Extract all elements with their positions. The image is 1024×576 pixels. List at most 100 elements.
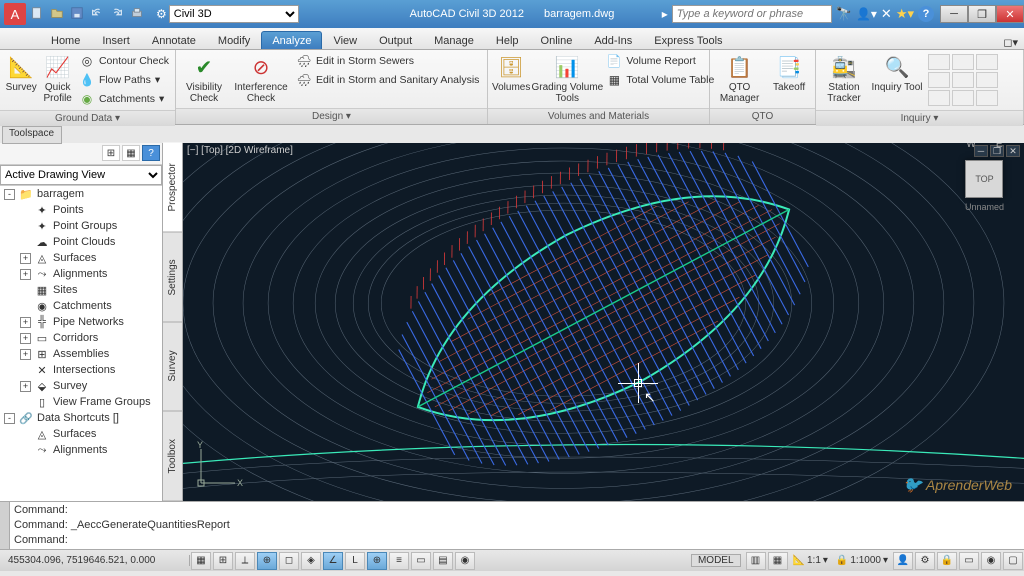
inquiry-icon-8[interactable] — [952, 90, 974, 106]
print-icon[interactable] — [130, 6, 146, 22]
contour-check-button[interactable]: ◎Contour Check — [77, 52, 171, 70]
tab-prospector[interactable]: Prospector — [163, 143, 182, 233]
tree-node-corridors[interactable]: +▭Corridors — [0, 330, 162, 346]
sc-toggle[interactable]: ◉ — [455, 552, 475, 570]
tab-insert[interactable]: Insert — [91, 31, 141, 49]
exchange-icon[interactable]: ✕ — [881, 6, 892, 22]
snap-toggle[interactable]: ▦ — [191, 552, 211, 570]
inquiry-icon-2[interactable] — [952, 54, 974, 70]
view-cube[interactable]: WE TOP Unnamed — [965, 163, 1004, 212]
app-icon[interactable]: A — [4, 3, 26, 25]
panel-title-ground[interactable]: Ground Data ▾ — [0, 110, 175, 126]
tab-view[interactable]: View — [322, 31, 368, 49]
survey-button[interactable]: 📐Survey — [4, 52, 38, 95]
inquiry-icon-1[interactable] — [928, 54, 950, 70]
tpy-toggle[interactable]: ▭ — [411, 552, 431, 570]
tree-node-catchments[interactable]: ◉Catchments — [0, 298, 162, 314]
tree-node-point-groups[interactable]: ✦Point Groups — [0, 218, 162, 234]
tree-node-points[interactable]: ✦Points — [0, 202, 162, 218]
dyn-toggle[interactable]: ⊕ — [367, 552, 387, 570]
clean-screen-icon[interactable]: ▢ — [1003, 552, 1023, 570]
toolbar-lock-icon[interactable]: 🔒 — [937, 552, 957, 570]
command-prompt[interactable]: Command: — [14, 533, 1020, 548]
tree-node-barragem[interactable]: -📁barragem — [0, 186, 162, 202]
ducs-toggle[interactable]: L — [345, 552, 365, 570]
tree-node-assemblies[interactable]: +⊞Assemblies — [0, 346, 162, 362]
toolspace-icon-1[interactable]: ⊞ — [102, 145, 120, 161]
takeoff-button[interactable]: 📑Takeoff — [767, 52, 811, 95]
minimize-button[interactable]: ─ — [940, 5, 968, 23]
visibility-check-button[interactable]: ✔Visibility Check — [180, 52, 228, 106]
tree-node-alignments[interactable]: ⤳Alignments — [0, 442, 162, 458]
workspace-selector[interactable]: ⚙ Civil 3D — [156, 5, 299, 23]
tree-node-surfaces[interactable]: ◬Surfaces — [0, 426, 162, 442]
tab-modify[interactable]: Modify — [207, 31, 261, 49]
inquiry-icon-4[interactable] — [928, 72, 950, 88]
annoscale-icon[interactable]: 👤 — [893, 552, 913, 570]
interference-check-button[interactable]: ⊘Interference Check — [230, 52, 292, 106]
panel-title-design[interactable]: Design ▾ — [176, 108, 487, 124]
tree-node-survey[interactable]: +⬙Survey — [0, 378, 162, 394]
flow-paths-button[interactable]: 💧Flow Paths ▾ — [77, 71, 171, 89]
tree-node-sites[interactable]: ▦Sites — [0, 282, 162, 298]
station-tracker-button[interactable]: 🚉Station Tracker — [820, 52, 868, 106]
tab-home[interactable]: Home — [40, 31, 91, 49]
drawing-canvas[interactable]: [−] [Top] [2D Wireframe] ─ ❐ ✕ WE TOP Un… — [183, 143, 1024, 501]
toolspace-icon-2[interactable]: ▦ — [122, 145, 140, 161]
tab-annotate[interactable]: Annotate — [141, 31, 207, 49]
viewport-close-icon[interactable]: ✕ — [1006, 145, 1020, 157]
save-icon[interactable] — [70, 6, 86, 22]
toolspace-help-icon[interactable]: ? — [142, 145, 160, 161]
toolspace-label[interactable]: Toolspace — [2, 126, 62, 144]
workspace-switch-icon[interactable]: ⚙ — [915, 552, 935, 570]
quick-profile-button[interactable]: 📈Quick Profile — [40, 52, 74, 106]
osnap-toggle[interactable]: ◻ — [279, 552, 299, 570]
catchments-button[interactable]: ◉Catchments ▾ — [77, 90, 171, 108]
tab-express[interactable]: Express Tools — [643, 31, 733, 49]
inquiry-icon-6[interactable] — [976, 72, 998, 88]
3dosnap-toggle[interactable]: ◈ — [301, 552, 321, 570]
binoculars-icon[interactable]: 🔭 — [836, 6, 852, 22]
inquiry-icon-5[interactable] — [952, 72, 974, 88]
tab-online[interactable]: Online — [530, 31, 584, 49]
grading-volume-button[interactable]: 📊Grading Volume Tools — [532, 52, 602, 106]
tab-survey[interactable]: Survey — [163, 322, 182, 412]
tree-node-alignments[interactable]: +⤳Alignments — [0, 266, 162, 282]
favorite-icon[interactable]: ★▾ — [896, 6, 914, 22]
tab-toolbox[interactable]: Toolbox — [163, 412, 182, 502]
close-button[interactable]: ✕ — [996, 5, 1024, 23]
volume-table-button[interactable]: ▦Total Volume Table — [604, 71, 716, 89]
open-icon[interactable] — [50, 6, 66, 22]
tree-node-pipe-networks[interactable]: +╬Pipe Networks — [0, 314, 162, 330]
inquiry-icon-3[interactable] — [976, 54, 998, 70]
redo-icon[interactable] — [110, 6, 126, 22]
volume-report-button[interactable]: 📄Volume Report — [604, 52, 716, 70]
qp-toggle[interactable]: ▤ — [433, 552, 453, 570]
new-icon[interactable] — [30, 6, 46, 22]
ortho-toggle[interactable]: ⟂ — [235, 552, 255, 570]
help-icon[interactable]: ? — [918, 6, 934, 22]
inquiry-icon-9[interactable] — [976, 90, 998, 106]
otrack-toggle[interactable]: ∠ — [323, 552, 343, 570]
tab-output[interactable]: Output — [368, 31, 423, 49]
quickview-drawings-icon[interactable]: ▦ — [768, 552, 788, 570]
undo-icon[interactable] — [90, 6, 106, 22]
inquiry-icon-7[interactable] — [928, 90, 950, 106]
annotation-scale[interactable]: 📐 1:1▾ — [789, 555, 832, 566]
viewport-scale[interactable]: 🔒 1:1000▾ — [832, 555, 892, 566]
search-input[interactable] — [672, 5, 832, 23]
tab-addins[interactable]: Add-Ins — [583, 31, 643, 49]
command-handle[interactable] — [0, 502, 10, 549]
inquiry-tool-button[interactable]: 🔍Inquiry Tool — [870, 52, 924, 95]
volumes-button[interactable]: 🗄Volumes — [492, 52, 530, 95]
tree-node-intersections[interactable]: ✕Intersections — [0, 362, 162, 378]
tab-help[interactable]: Help — [485, 31, 530, 49]
maximize-button[interactable]: ❐ — [968, 5, 996, 23]
tab-analyze[interactable]: Analyze — [261, 31, 322, 49]
sanitary-analysis-button[interactable]: 🌧Edit in Storm and Sanitary Analysis — [294, 71, 481, 89]
view-selector[interactable]: Active Drawing View — [0, 165, 162, 185]
tab-settings[interactable]: Settings — [163, 233, 182, 323]
hardware-accel-icon[interactable]: ▭ — [959, 552, 979, 570]
ribbon-collapse-icon[interactable]: ◻▾ — [1003, 36, 1018, 49]
panel-title-inquiry[interactable]: Inquiry ▾ — [816, 110, 1023, 126]
